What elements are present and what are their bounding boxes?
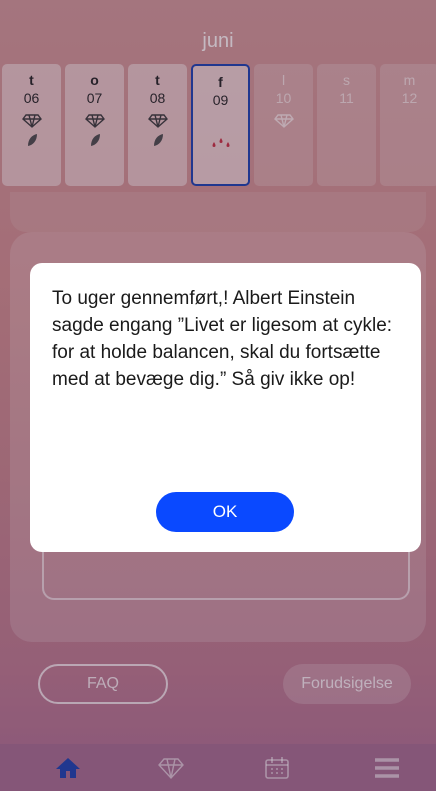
motivation-dialog: To uger gennemført,! Albert Einstein sag… [30, 263, 421, 552]
ok-button[interactable]: OK [156, 492, 294, 532]
app-background: juni t 06 o 07 t 08 f 09 l 10 s 11 m 12 … [0, 0, 436, 791]
dialog-message: To uger gennemført,! Albert Einstein sag… [52, 288, 393, 390]
